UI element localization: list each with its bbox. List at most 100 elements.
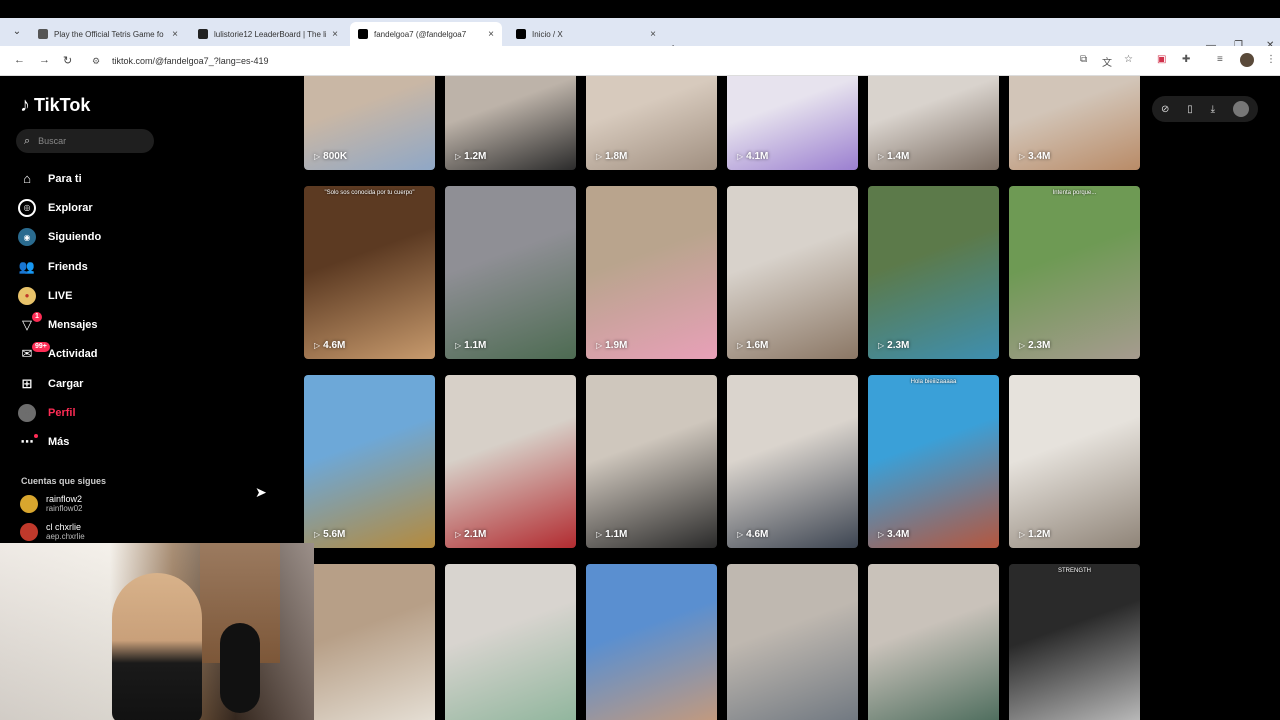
device-icon[interactable]: ▯ <box>1187 104 1193 115</box>
video-thumbnail[interactable]: ▷ 1.1M <box>445 186 576 359</box>
tab-close-icon[interactable]: × <box>172 29 178 40</box>
tiktok-logo[interactable]: ♪ TikTok <box>20 94 90 117</box>
floating-toolbar: ⊘ ▯ ⤓ <box>1152 96 1258 122</box>
account-name: rainflow2 <box>46 494 83 504</box>
followed-account[interactable]: rainflow2 rainflow02 <box>20 494 82 513</box>
view-count-text: 1.4M <box>887 151 910 162</box>
translate-icon[interactable]: 文 <box>1102 54 1112 69</box>
video-thumbnail[interactable]: ▷ 2.3M <box>868 186 999 359</box>
search-placeholder: Buscar <box>38 136 67 146</box>
sidebar-item-cargar[interactable]: ⊞ Cargar <box>18 369 258 398</box>
video-thumbnail[interactable] <box>445 564 576 720</box>
media-control-icon[interactable]: ≡ <box>1217 54 1223 65</box>
tab-favicon-icon <box>198 29 208 39</box>
video-thumbnail[interactable]: ▷ 2.1M <box>445 375 576 548</box>
view-count: ▷ 1.2M <box>455 151 486 162</box>
sidebar-item-perfil[interactable]: ● Perfil <box>18 398 258 427</box>
forward-icon[interactable]: → <box>39 54 50 66</box>
streamer <box>112 573 202 720</box>
view-count-text: 1.9M <box>605 340 628 351</box>
webcam-overlay <box>0 543 314 720</box>
sidebar-item-label: Perfil <box>48 407 76 420</box>
view-count-text: 4.1M <box>746 151 769 162</box>
view-count: ▷ 4.1M <box>737 151 768 162</box>
video-thumbnail[interactable]: ▷ 1.8M <box>586 76 717 170</box>
new-dot <box>34 433 38 438</box>
video-caption: STRENGTH <box>1058 568 1091 574</box>
video-thumbnail[interactable] <box>304 564 435 720</box>
sidebar-item-explorar[interactable]: ◎ Explorar <box>18 193 258 222</box>
tiktok-note-icon: ♪ <box>20 94 30 116</box>
video-thumbnail[interactable]: ▷ 1.2M <box>1009 375 1140 548</box>
video-thumbnail[interactable] <box>868 564 999 720</box>
tab-close-icon[interactable]: × <box>332 29 338 40</box>
view-count: ▷ 2.1M <box>455 529 486 540</box>
sidebar-item-label: Explorar <box>48 201 93 214</box>
video-thumbnail[interactable]: Hola bieiiizaaaaa ▷ 3.4M <box>868 375 999 548</box>
video-thumbnail[interactable] <box>586 564 717 720</box>
back-icon[interactable]: ← <box>14 54 25 66</box>
browser-profile-avatar[interactable] <box>1240 53 1254 67</box>
mouse-cursor-icon: ➤ <box>255 484 267 500</box>
video-thumbnail[interactable]: ▷ 1.9M <box>586 186 717 359</box>
play-icon: ▷ <box>1019 530 1026 539</box>
extensions-icon[interactable]: ✚ <box>1182 54 1190 65</box>
sidebar-item-label: Cargar <box>48 377 84 390</box>
video-thumbnail[interactable]: ▷ 5.6M <box>304 375 435 548</box>
download-icon[interactable]: ⤓ <box>1211 104 1215 115</box>
video-thumbnail[interactable]: ▷ 4.6M <box>727 375 858 548</box>
video-thumbnail[interactable]: Intenta porque... ▷ 2.3M <box>1009 186 1140 359</box>
view-count-text: 1.6M <box>746 340 769 351</box>
search-input[interactable]: ⌕ Buscar <box>16 129 154 153</box>
avatar <box>20 494 38 513</box>
browser-tab[interactable]: lulistorie12 LeaderBoard | The li × <box>190 22 346 46</box>
tab-label: Play the Official Tetris Game fo <box>54 29 164 39</box>
play-icon: ▷ <box>737 152 744 161</box>
play-icon: ▷ <box>1019 341 1026 350</box>
browser-tab[interactable]: fandelgoa7 (@fandelgoa7 × <box>350 22 502 46</box>
view-count: ▷ 800K <box>314 151 347 162</box>
play-icon: ▷ <box>596 530 603 539</box>
followed-account[interactable]: cl chxrlie aep.chxrlie <box>20 522 85 541</box>
account-text: rainflow2 rainflow02 <box>46 494 82 513</box>
extension-red-icon[interactable]: ▣ <box>1157 54 1166 65</box>
video-thumbnail[interactable]: "Solo sos conocida por tu cuerpo" ▷ 4.6M <box>304 186 435 359</box>
sidebar-item-label: Actividad <box>48 348 98 361</box>
video-thumbnail[interactable]: ▷ 1.1M <box>586 375 717 548</box>
browser-tab[interactable]: Play the Official Tetris Game fo × <box>30 22 186 46</box>
view-count: ▷ 1.1M <box>596 529 627 540</box>
view-count: ▷ 2.3M <box>878 340 909 351</box>
video-thumbnail[interactable]: ▷ 4.1M <box>727 76 858 170</box>
video-thumbnail[interactable]: ▷ 1.6M <box>727 186 858 359</box>
video-thumbnail[interactable] <box>727 564 858 720</box>
explore-float-icon[interactable]: ⊘ <box>1161 104 1169 115</box>
video-thumbnail[interactable]: ▷ 3.4M <box>1009 76 1140 170</box>
bookmark-star-icon[interactable]: ☆ <box>1124 54 1133 65</box>
video-thumbnail[interactable]: ▷ 800K <box>304 76 435 170</box>
sidebar-item-siguiendo[interactable]: ◉ Siguiendo <box>18 223 258 252</box>
reload-icon[interactable]: ↻ <box>63 54 72 67</box>
tab-close-icon[interactable]: × <box>650 29 656 40</box>
video-thumbnail[interactable]: ▷ 1.4M <box>868 76 999 170</box>
browser-menu-icon[interactable]: ⋮ <box>1266 54 1276 65</box>
url-field[interactable]: ⚙ tiktok.com/@fandelgoa7_?lang=es-419 <box>86 50 1150 72</box>
view-count-text: 1.1M <box>464 340 487 351</box>
play-icon: ▷ <box>314 530 321 539</box>
account-handle: aep.chxrlie <box>46 532 85 541</box>
install-icon[interactable]: ⧉ <box>1080 54 1087 65</box>
sidebar-item-para-ti[interactable]: ⌂ Para ti <box>18 164 258 193</box>
float-avatar[interactable] <box>1233 101 1249 117</box>
sidebar-item-actividad[interactable]: ✉ Actividad 99+ <box>18 340 258 369</box>
tab-close-icon[interactable]: × <box>488 29 494 40</box>
browser-tab[interactable]: Inicio / X × <box>508 22 664 46</box>
video-thumbnail[interactable]: STRENGTH <box>1009 564 1140 720</box>
play-icon: ▷ <box>878 152 885 161</box>
sidebar-item-live[interactable]: ● LIVE <box>18 281 258 310</box>
account-name: cl chxrlie <box>46 522 82 532</box>
tab-search-icon[interactable]: ⌄ <box>8 24 26 40</box>
video-thumbnail[interactable]: ▷ 1.2M <box>445 76 576 170</box>
sidebar-item-friends[interactable]: 👥 Friends <box>18 252 258 281</box>
sidebar-item-mensajes[interactable]: ▽ Mensajes 1 <box>18 310 258 339</box>
site-info-icon[interactable]: ⚙ <box>92 56 104 67</box>
sidebar-item-más[interactable]: ⋯ Más <box>18 428 258 457</box>
